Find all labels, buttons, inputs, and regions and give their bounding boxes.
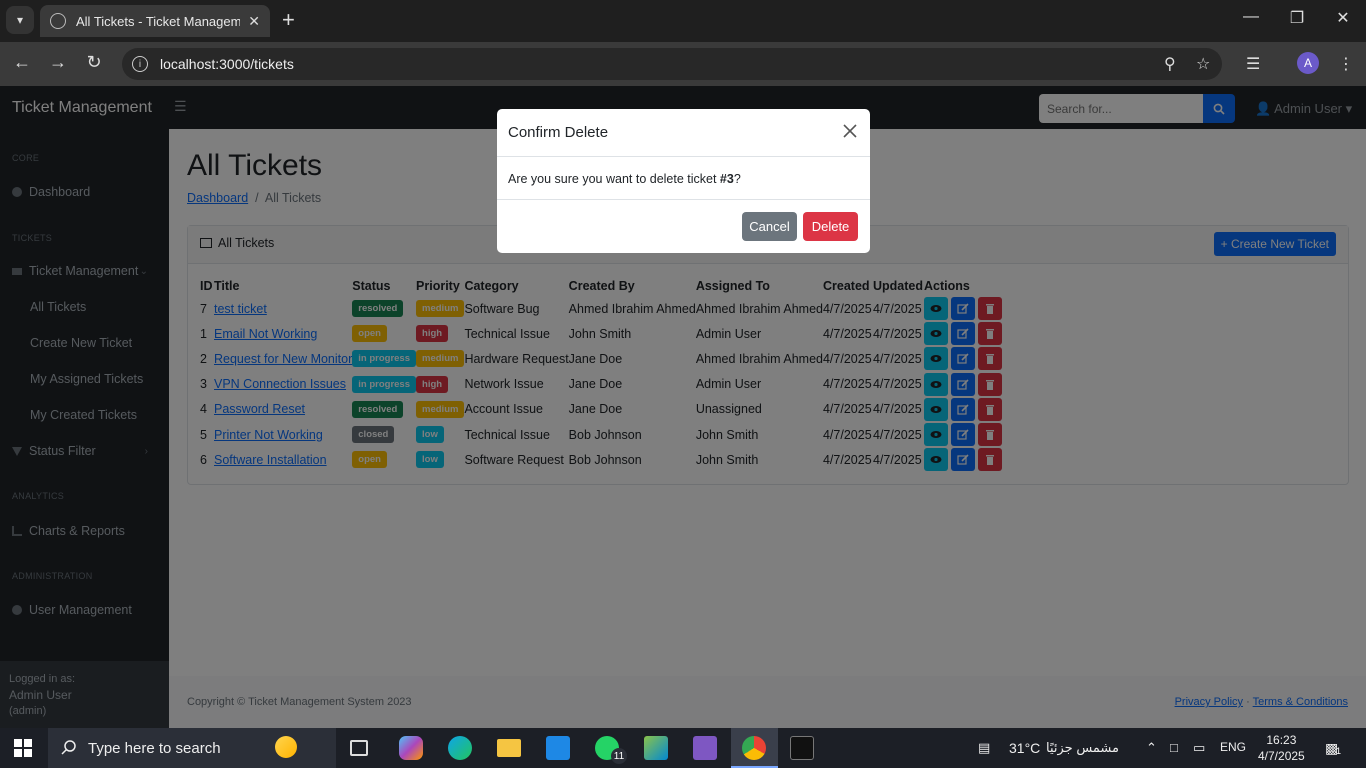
network-icon[interactable]: ▭ (1193, 740, 1205, 756)
modal-body: Are you sure you want to delete ticket #… (497, 157, 870, 200)
terminal-icon[interactable] (790, 736, 814, 760)
copilot-icon[interactable] (399, 736, 423, 760)
news-icon[interactable]: ▤ (978, 740, 990, 756)
close-window-button[interactable]: ✕ (1328, 8, 1358, 28)
zoom-icon[interactable]: ⚲ (1164, 54, 1176, 74)
modal-message: Are you sure you want to delete ticket (508, 172, 720, 186)
browser-toolbar: ← → ↻ i localhost:3000/tickets ⚲ ☆ ☰ ⋮ (0, 42, 1366, 86)
delete-button[interactable]: Delete (803, 212, 858, 241)
site-info-icon[interactable]: i (132, 56, 148, 72)
confirm-delete-modal: Confirm Delete Are you sure you want to … (497, 109, 870, 253)
windows-taskbar: Type here to search 11 ▤ 31°C مشمس جزئيً… (0, 728, 1366, 768)
taskbar-search-text: Type here to search (88, 739, 221, 757)
minimize-button[interactable]: — (1236, 8, 1266, 26)
snipping-tool-icon[interactable] (644, 736, 668, 760)
reload-button[interactable]: ↻ (82, 52, 106, 73)
chevron-up-icon[interactable]: ⌃ (1146, 740, 1157, 756)
extensions-icon[interactable]: ☰ (1246, 54, 1260, 74)
modal-title: Confirm Delete (508, 124, 609, 141)
whatsapp-badge: 11 (611, 748, 627, 764)
clock-time: 16:23 (1266, 733, 1297, 747)
globe-icon (50, 13, 66, 29)
taskbar-clock[interactable]: 16:23 4/7/2025 (1258, 732, 1305, 764)
browser-menu-icon[interactable]: ⋮ (1338, 54, 1354, 74)
profile-avatar[interactable]: A (1297, 52, 1319, 74)
tab-close-icon[interactable]: ✕ (248, 13, 260, 30)
chrome-icon[interactable] (742, 736, 766, 760)
visual-studio-icon[interactable] (693, 736, 717, 760)
new-tab-button[interactable]: + (282, 8, 295, 32)
forward-button[interactable]: → (46, 52, 70, 73)
search-icon (61, 740, 76, 755)
url-text: localhost:3000/tickets (160, 56, 294, 72)
cancel-button[interactable]: Cancel (742, 212, 797, 241)
address-bar[interactable]: i localhost:3000/tickets (122, 48, 1222, 80)
vscode-icon[interactable] (546, 736, 570, 760)
bookmark-star-icon[interactable]: ☆ (1196, 54, 1210, 74)
windows-start-icon[interactable] (14, 739, 32, 757)
modal-message-end: ? (733, 172, 741, 186)
tab-search-menu-button[interactable]: ▾ (6, 6, 34, 34)
language-indicator[interactable]: ENG (1220, 740, 1246, 754)
modal-ticket-ref: #3 (719, 172, 734, 186)
weather-text[interactable]: مشمس جزئيًا (1046, 740, 1119, 756)
modal-header: Confirm Delete (497, 109, 870, 157)
edge-icon[interactable] (448, 736, 472, 760)
restore-button[interactable]: ❐ (1282, 8, 1312, 28)
browser-tabbar: ▾ All Tickets - Ticket Management ✕ + — … (0, 0, 1366, 42)
notification-count: 1 (1336, 746, 1342, 756)
copilot-sparkle-icon[interactable] (275, 736, 297, 758)
clock-date: 4/7/2025 (1258, 749, 1305, 763)
modal-footer: Cancel Delete (497, 200, 870, 253)
back-button[interactable]: ← (10, 52, 34, 73)
close-icon[interactable] (842, 123, 858, 139)
device-icon[interactable]: □ (1170, 740, 1178, 755)
tab-title: All Tickets - Ticket Management (76, 13, 241, 29)
temperature[interactable]: 31°C (1009, 740, 1040, 756)
file-explorer-icon[interactable] (497, 739, 521, 757)
browser-tab[interactable]: All Tickets - Ticket Management ✕ (40, 5, 270, 37)
task-view-icon[interactable] (350, 740, 368, 756)
